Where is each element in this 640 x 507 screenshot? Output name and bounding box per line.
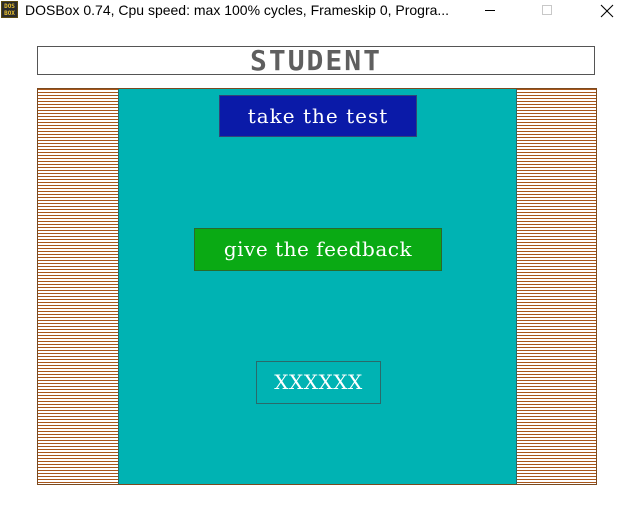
minimize-icon: [485, 10, 495, 11]
window-title: DOSBox 0.74, Cpu speed: max 100% cycles,…: [25, 2, 450, 18]
xxxxxx-button[interactable]: XXXXXX: [256, 361, 381, 404]
page-title: STUDENT: [249, 44, 382, 77]
maximize-icon: [542, 5, 552, 15]
take-test-button[interactable]: take the test: [219, 95, 417, 137]
menu-panel: take the test give the feedback XXXXXX: [118, 89, 517, 484]
maximize-button[interactable]: [524, 0, 570, 22]
dos-screen[interactable]: STUDENT take the test give the feedback …: [0, 22, 640, 507]
header-box: STUDENT: [37, 44, 595, 77]
give-feedback-button[interactable]: give the feedback: [194, 228, 442, 271]
dosbox-app-icon[interactable]: DOS BOX: [1, 1, 18, 18]
main-panel: take the test give the feedback XXXXXX: [37, 88, 597, 485]
title-bar[interactable]: DOS BOX DOSBox 0.74, Cpu speed: max 100%…: [0, 0, 640, 22]
minimize-button[interactable]: [467, 0, 513, 22]
close-icon: [600, 4, 614, 18]
close-button[interactable]: [583, 0, 629, 22]
